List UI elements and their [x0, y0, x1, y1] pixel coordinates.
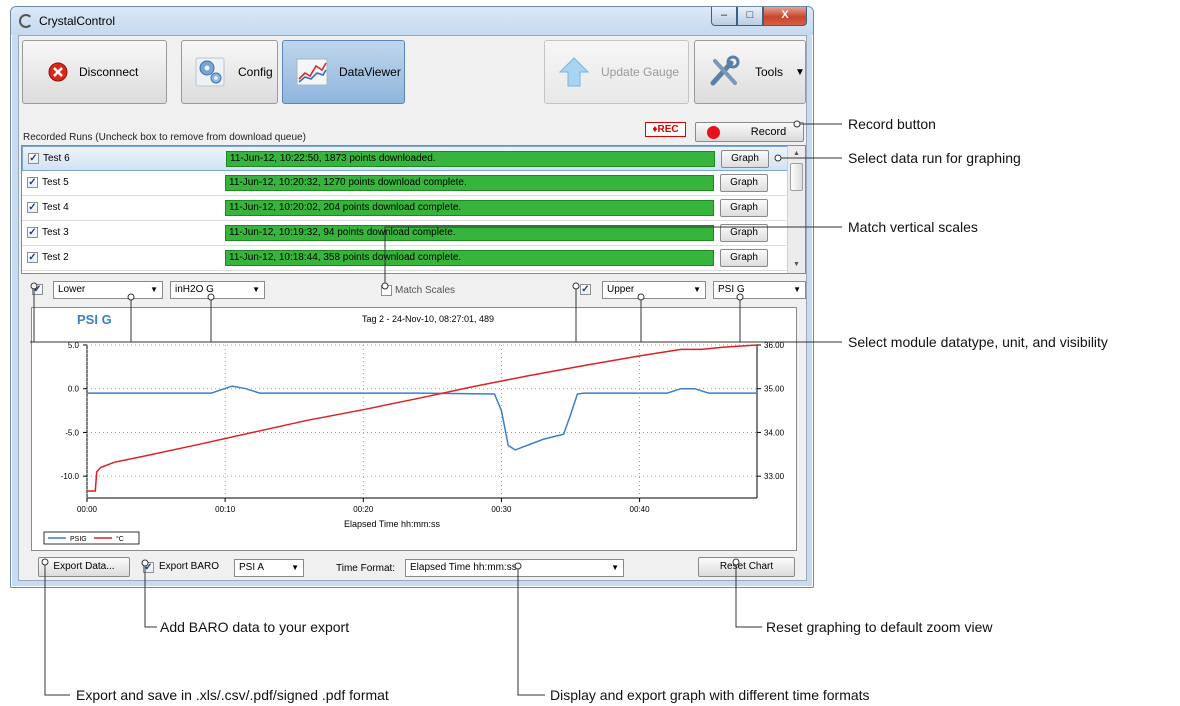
callout-select-run: Select data run for graphing	[848, 150, 1021, 166]
callout-module: Select module datatype, unit, and visibi…	[848, 334, 1108, 350]
callout-reset: Reset graphing to default zoom view	[766, 619, 993, 635]
callout-record: Record button	[848, 116, 936, 132]
callout-baro: Add BARO data to your export	[160, 619, 350, 635]
callout-match-scales: Match vertical scales	[848, 219, 978, 235]
callout-time-format: Display and export graph with different …	[550, 687, 870, 703]
callout-lines	[30, 120, 842, 696]
callout-export: Export and save in .xls/.csv/.pdf/signed…	[76, 687, 389, 703]
